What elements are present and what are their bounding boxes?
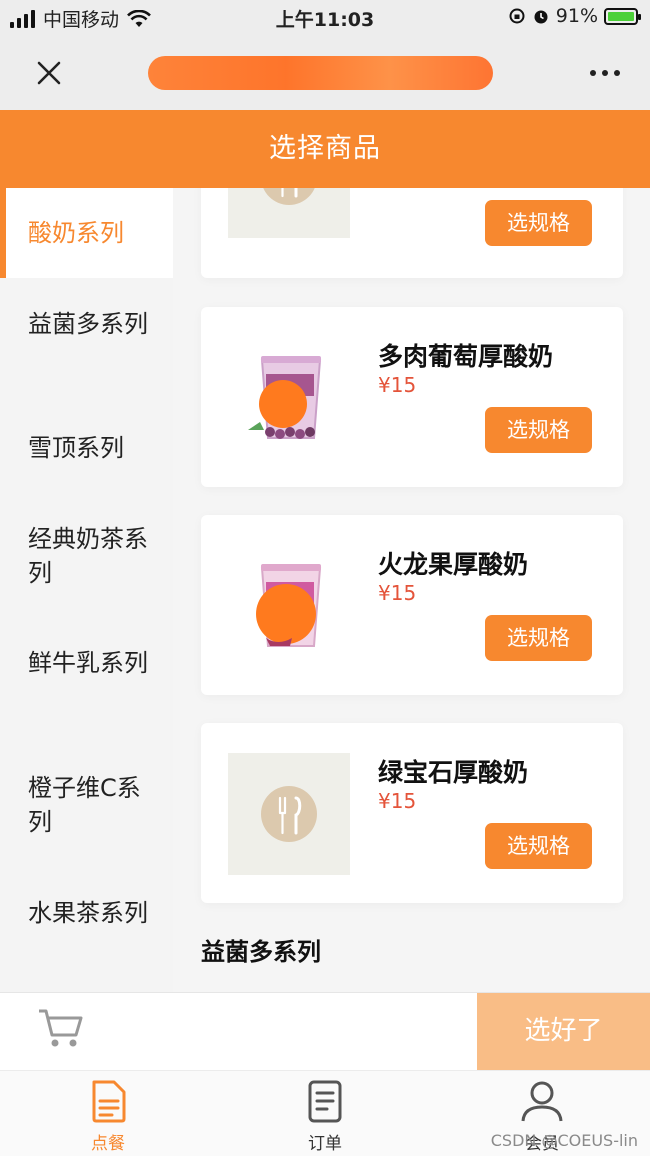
select-spec-button[interactable]: 选规格 xyxy=(485,407,592,453)
section-title: 益菌多系列 xyxy=(201,938,321,966)
sidebar-item-label: 橙子维C系列 xyxy=(28,774,141,836)
battery-icon xyxy=(604,7,641,25)
utensils-icon xyxy=(263,188,315,205)
done-button[interactable]: 选好了 xyxy=(477,993,650,1070)
page-title: 选择商品 xyxy=(0,110,650,188)
document-icon xyxy=(92,1080,126,1123)
product-card[interactable]: 火龙果厚酸奶 ¥15 选规格 xyxy=(201,515,623,695)
status-bar: 中国移动 上午11:03 91% xyxy=(0,0,650,38)
close-icon[interactable] xyxy=(34,58,64,88)
product-image xyxy=(228,334,350,456)
product-card[interactable]: 选规格 xyxy=(201,188,623,278)
product-image xyxy=(228,542,350,664)
orientation-lock-icon xyxy=(509,8,525,24)
sidebar-item-label: 水果茶系列 xyxy=(28,899,148,927)
select-spec-button[interactable]: 选规格 xyxy=(485,200,592,246)
product-card[interactable]: 绿宝石厚酸奶 ¥15 选规格 xyxy=(201,723,623,903)
category-sidebar: 酸奶系列 益菌多系列 雪顶系列 经典奶茶系列 鲜牛乳系列 橙子维C系列 水果茶系… xyxy=(0,188,173,992)
battery-percent: 91% xyxy=(555,5,598,27)
utensils-icon xyxy=(261,786,317,842)
redacted-title xyxy=(148,56,493,90)
sidebar-item-fruit-tea[interactable]: 水果茶系列 xyxy=(0,896,173,930)
receipt-icon xyxy=(308,1080,342,1123)
product-image xyxy=(228,188,350,238)
tab-label: 点餐 xyxy=(91,1134,125,1154)
cart-bar: 选好了 xyxy=(0,992,650,1070)
product-name: 多肉葡萄厚酸奶 xyxy=(378,342,554,371)
sidebar-item-label: 经典奶茶系列 xyxy=(28,525,148,587)
title-bar xyxy=(0,38,650,110)
sidebar-item-orange-vc[interactable]: 橙子维C系列 xyxy=(0,771,173,839)
user-icon xyxy=(521,1081,563,1122)
sidebar-item-label: 鲜牛乳系列 xyxy=(28,649,148,677)
product-price: ¥15 xyxy=(378,789,417,813)
sidebar-item-label: 益菌多系列 xyxy=(28,310,148,338)
tab-orders[interactable]: 订单 xyxy=(265,1079,385,1154)
sidebar-item-yogurt[interactable]: 酸奶系列 xyxy=(0,188,173,278)
product-name: 绿宝石厚酸奶 xyxy=(378,758,529,787)
product-card[interactable]: 多肉葡萄厚酸奶 ¥15 选规格 xyxy=(201,307,623,487)
product-image xyxy=(228,753,350,875)
select-spec-button[interactable]: 选规格 xyxy=(485,615,592,661)
cart-icon[interactable] xyxy=(36,1007,84,1049)
product-price: ¥15 xyxy=(378,373,417,397)
tab-order-food[interactable]: 点餐 xyxy=(48,1079,168,1154)
sidebar-item-probiotic[interactable]: 益菌多系列 xyxy=(0,307,173,341)
dragon-fruit-yogurt-cup-image xyxy=(256,564,322,647)
product-list: 选规格 多肉葡萄厚酸奶 ¥15 选规格 火龙果厚酸奶 ¥15 选规格 绿宝石厚酸… xyxy=(173,188,650,992)
product-price: ¥15 xyxy=(378,581,417,605)
watermark: CSDN @COEUS-lin xyxy=(490,1131,638,1150)
active-indicator xyxy=(0,188,6,278)
tab-label: 订单 xyxy=(308,1134,342,1154)
sidebar-item-milk-tea[interactable]: 经典奶茶系列 xyxy=(0,522,173,590)
sidebar-item-snow-top[interactable]: 雪顶系列 xyxy=(0,431,173,465)
grape-yogurt-cup-image xyxy=(248,356,322,439)
sidebar-item-fresh-milk[interactable]: 鲜牛乳系列 xyxy=(0,646,173,680)
more-icon[interactable] xyxy=(590,70,620,76)
product-name: 火龙果厚酸奶 xyxy=(378,550,529,579)
sidebar-item-label: 雪顶系列 xyxy=(28,434,124,462)
sidebar-item-label: 酸奶系列 xyxy=(28,219,124,247)
select-spec-button[interactable]: 选规格 xyxy=(485,823,592,869)
alarm-icon xyxy=(534,10,548,24)
